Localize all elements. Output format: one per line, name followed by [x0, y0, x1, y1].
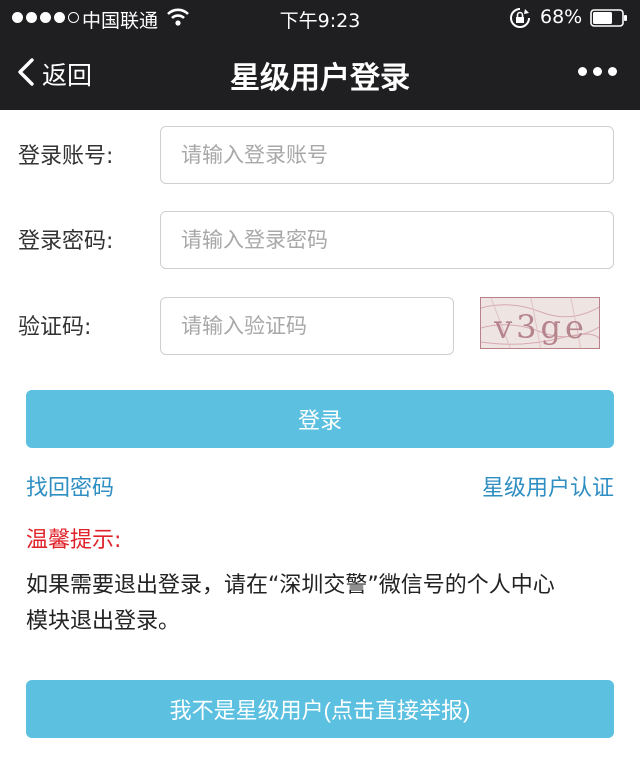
captcha-input[interactable]: [160, 297, 454, 355]
more-icon[interactable]: [578, 67, 617, 76]
tip-line-2: 模块退出登录。: [26, 609, 181, 634]
captcha-label: 验证码:: [18, 315, 92, 340]
login-button[interactable]: 登录: [26, 390, 614, 448]
account-label: 登录账号:: [18, 144, 114, 169]
account-row: 登录账号:: [0, 126, 640, 186]
star-user-auth-link[interactable]: 星级用户认证: [482, 470, 614, 502]
report-button[interactable]: 我不是星级用户(点击直接举报): [26, 680, 614, 738]
captcha-image[interactable]: v3ge: [480, 297, 600, 349]
tip-title: 温馨提示:: [26, 528, 122, 553]
captcha-row: 验证码: v3ge: [0, 297, 640, 357]
svg-text:v3ge: v3ge: [493, 308, 588, 346]
password-input[interactable]: [160, 211, 614, 269]
recover-password-link[interactable]: 找回密码: [26, 470, 114, 502]
battery-icon: [590, 9, 628, 27]
password-row: 登录密码:: [0, 211, 640, 271]
top-bar: 中国联通 下午9:23 68% 返回 星级用户登录: [0, 0, 640, 110]
tip-line-1: 如果需要退出登录，请在“深圳交警”微信号的个人中心: [26, 573, 555, 598]
account-input[interactable]: [160, 126, 614, 184]
tip-text: 如果需要退出登录，请在“深圳交警”微信号的个人中心 模块退出登录。: [26, 568, 626, 640]
rotation-lock-icon: [509, 7, 531, 34]
battery-percent: 68%: [540, 6, 583, 28]
page-title: 星级用户登录: [230, 61, 410, 96]
status-bar: 中国联通 下午9:23 68%: [0, 0, 640, 36]
password-label: 登录密码:: [18, 229, 114, 254]
nav-bar: 返回 星级用户登录: [0, 36, 640, 110]
